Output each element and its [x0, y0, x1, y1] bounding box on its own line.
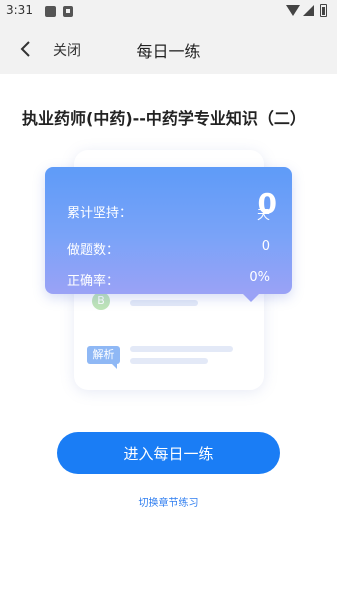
status-time: 3:31: [6, 3, 33, 17]
stats-popup: 累计坚持： 0 天 做题数： 0 正确率： 0%: [45, 167, 292, 302]
enter-daily-practice-button[interactable]: 进入每日一练: [57, 432, 280, 474]
enter-daily-practice-label: 进入每日一练: [123, 444, 214, 463]
nav-bar: 关闭 每日一练: [0, 24, 337, 74]
status-bar: 3:31: [0, 0, 337, 24]
accuracy-value: 0%: [249, 270, 270, 285]
signal-icon: [303, 5, 314, 16]
page-title: 执业药师(中药)--中药学专业知识（二）: [22, 109, 306, 128]
option-b-icon: B: [92, 292, 110, 310]
questions-value: 0: [261, 239, 270, 254]
nav-title: 每日一练: [136, 42, 201, 61]
battery-icon: [320, 4, 327, 17]
placeholder-line: [130, 346, 233, 352]
analysis-badge: 解析: [87, 346, 120, 369]
placeholder-line: [130, 300, 198, 306]
accuracy-label: 正确率：: [67, 274, 120, 289]
switch-chapter-practice-link[interactable]: 切换章节练习: [0, 494, 337, 509]
questions-label: 做题数：: [67, 243, 120, 258]
app-notification-icon: [63, 6, 73, 17]
streak-label: 累计坚持：: [67, 206, 133, 221]
placeholder-line: [130, 358, 208, 364]
notification-icon: [45, 6, 56, 17]
wifi-icon: [286, 5, 300, 16]
streak-unit: 天: [257, 208, 271, 223]
